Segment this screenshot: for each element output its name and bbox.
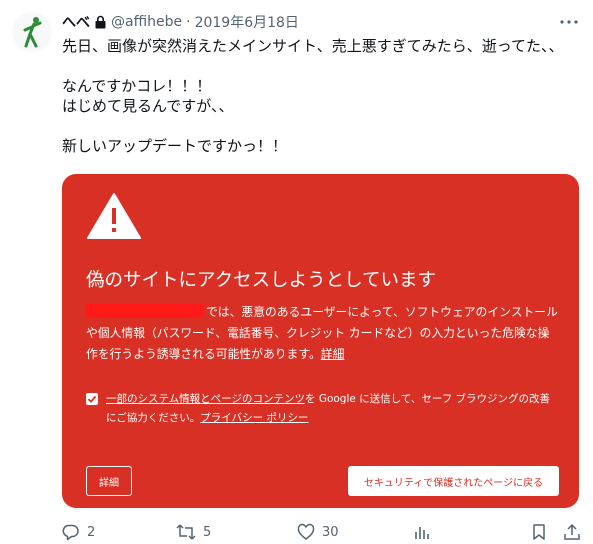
back-to-safety-button[interactable]: セキュリティで保護されたページに戻る bbox=[348, 466, 559, 496]
bookmark-button[interactable] bbox=[531, 521, 554, 543]
lock-icon bbox=[94, 15, 107, 29]
more-icon[interactable] bbox=[559, 12, 579, 32]
tweet-line: はじめて見るんですが、、 bbox=[62, 97, 234, 115]
author-handle[interactable]: @affihebe bbox=[111, 14, 182, 30]
share-icon bbox=[564, 523, 580, 540]
share-button[interactable] bbox=[563, 521, 588, 543]
attached-image[interactable]: 偽のサイトにアクセスしようとしています では、悪意のあるユーザーによって、ソフト… bbox=[62, 174, 579, 508]
reply-button[interactable]: 2 bbox=[62, 521, 95, 543]
views-button[interactable] bbox=[413, 521, 438, 543]
details-button[interactable]: 詳細 bbox=[86, 466, 132, 496]
tweet-line: 先日、画像が突然消えたメインサイト、売上悪すぎてみたら、逝ってた、、 bbox=[62, 37, 564, 55]
tweet-header: へべ @affihebe · 2019年6月18日 bbox=[62, 12, 299, 32]
details-link[interactable]: 詳細 bbox=[321, 347, 345, 361]
bookmark-icon bbox=[533, 524, 545, 540]
tweet-date[interactable]: 2019年6月18日 bbox=[195, 12, 299, 32]
like-button[interactable]: 30 bbox=[297, 521, 339, 543]
warning-icon bbox=[86, 192, 142, 244]
retweet-count: 5 bbox=[203, 524, 212, 540]
tweet-text: 先日、画像が突然消えたメインサイト、売上悪すぎてみたら、逝ってた、、 なんですか… bbox=[62, 36, 582, 156]
like-icon bbox=[297, 523, 315, 540]
checkmark-icon bbox=[87, 395, 97, 403]
retweet-icon bbox=[176, 524, 196, 540]
system-info-link[interactable]: 一部のシステム情報とページのコンテンツ bbox=[106, 393, 305, 405]
tweet-line: 新しいアップデートですかっ！！ bbox=[62, 137, 288, 155]
reply-count: 2 bbox=[87, 524, 96, 540]
consent-row: 一部のシステム情報とページのコンテンツを Google に送信して、セーフ ブラ… bbox=[86, 390, 560, 428]
views-icon bbox=[415, 527, 429, 539]
privacy-policy-link[interactable]: プライバシー ポリシー bbox=[200, 412, 308, 424]
consent-checkbox[interactable] bbox=[86, 393, 98, 405]
avatar[interactable] bbox=[12, 12, 52, 52]
header-separator: · bbox=[186, 14, 191, 30]
reply-icon bbox=[62, 524, 79, 541]
redacted-url bbox=[86, 304, 204, 318]
author-name[interactable]: へべ bbox=[62, 12, 90, 32]
warning-title: 偽のサイトにアクセスしようとしています bbox=[86, 270, 437, 291]
like-count: 30 bbox=[322, 524, 339, 540]
warning-body: では、悪意のあるユーザーによって、ソフトウェアのインストールや個人情報（パスワー… bbox=[86, 302, 560, 365]
retweet-button[interactable]: 5 bbox=[176, 521, 211, 543]
tweet-line: なんですかコレ！！！ bbox=[62, 77, 212, 95]
tweet-actions: 2 5 30 bbox=[62, 521, 587, 543]
